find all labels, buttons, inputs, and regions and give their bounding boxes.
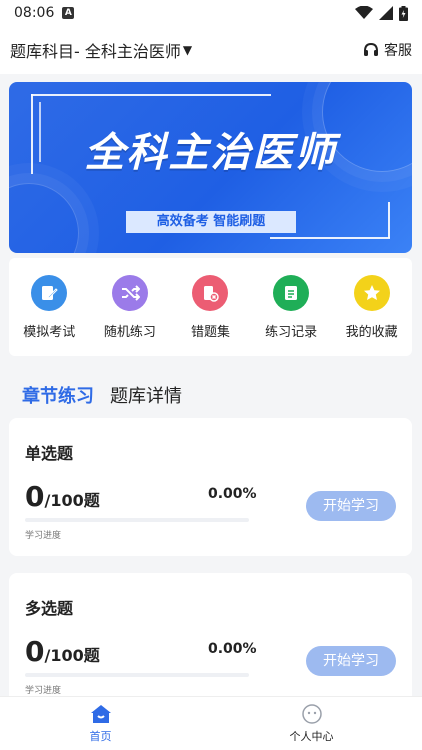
shortcut-random-practice[interactable]: 随机练习 [91, 274, 169, 340]
tab-chapter-practice[interactable]: 章节练习 [22, 382, 94, 408]
progress-percent: 0.00% [208, 486, 257, 502]
progress-bar [25, 518, 249, 522]
shortcut-panel: 模拟考试 随机练习 错题集 练习记录 我的收藏 [9, 258, 412, 356]
service-label: 客服 [384, 43, 412, 59]
start-study-button[interactable]: 开始学习 [306, 491, 396, 521]
shortcut-label: 错题集 [190, 324, 230, 340]
nav-label: 首页 [89, 730, 112, 743]
subject-selector[interactable]: 题库科目- 全科主治医师 ▼ [10, 38, 192, 62]
card-title: 单选题 [25, 444, 74, 463]
battery-icon [399, 5, 408, 21]
status-bar: 08:06 A [0, 0, 422, 26]
star-icon [353, 274, 390, 311]
progress-percent: 0.00% [208, 641, 257, 657]
nav-user-center[interactable]: 个人中心 [290, 703, 334, 744]
shortcut-label: 我的收藏 [345, 324, 398, 340]
wrong-book-icon [192, 274, 229, 311]
progress-bar [25, 673, 249, 677]
shortcut-label: 模拟考试 [23, 324, 76, 340]
question-type-card: 多选题 0 /100题 0.00% 学习进度 开始学习 [9, 573, 412, 711]
signal-icon [379, 6, 393, 20]
banner-frame-line [270, 237, 390, 239]
banner-frame-line [388, 202, 390, 238]
banner-tagline: 高效备考 智能刷题 [126, 211, 296, 233]
tab-bank-details[interactable]: 题库详情 [110, 382, 182, 408]
shortcut-label: 练习记录 [265, 324, 318, 340]
shuffle-icon [111, 274, 148, 311]
home-icon [90, 705, 111, 723]
caret-down-icon: ▼ [182, 43, 193, 57]
progress-label: 学习进度 [25, 531, 62, 541]
subject-title: 题库科目- 全科主治医师 [10, 42, 181, 61]
start-study-button[interactable]: 开始学习 [306, 646, 396, 676]
headset-icon [364, 42, 378, 56]
shortcut-wrong-book[interactable]: 错题集 [171, 274, 249, 340]
wifi-icon [355, 6, 373, 19]
shortcut-practice-record[interactable]: 练习记录 [252, 274, 330, 340]
question-type-card: 单选题 0 /100题 0.00% 学习进度 开始学习 [9, 418, 412, 556]
nav-label: 个人中心 [289, 730, 334, 743]
section-tabs: 章节练习 题库详情 [22, 382, 182, 408]
shortcut-my-favorites[interactable]: 我的收藏 [333, 274, 411, 340]
card-title: 多选题 [25, 599, 74, 618]
customer-service-button[interactable]: 客服 [362, 40, 412, 60]
shortcut-label: 随机练习 [103, 324, 156, 340]
progress-label: 学习进度 [25, 686, 62, 696]
user-center-icon [301, 704, 322, 724]
app-header: 题库科目- 全科主治医师 ▼ 客服 [0, 26, 422, 74]
edit-doc-icon [31, 274, 68, 311]
question-count: 0 /100题 [25, 480, 100, 513]
notification-icon: A [62, 7, 75, 19]
bottom-navigation: 首页 个人中心 [0, 696, 422, 750]
record-icon [273, 274, 310, 311]
promo-banner[interactable]: 全科主治医师 高效备考 智能刷题 [9, 82, 412, 253]
status-time: 08:06 [14, 5, 55, 21]
nav-home[interactable]: 首页 [89, 703, 113, 744]
total-count: /100题 [44, 491, 100, 510]
shortcut-mock-exam[interactable]: 模拟考试 [10, 274, 88, 340]
question-count: 0 /100题 [25, 635, 100, 668]
banner-title: 全科主治医师 [84, 130, 337, 176]
banner-decoration [9, 183, 79, 253]
done-count: 0 [25, 480, 45, 513]
total-count: /100题 [44, 646, 100, 665]
done-count: 0 [25, 635, 45, 668]
banner-frame-line [31, 94, 271, 96]
